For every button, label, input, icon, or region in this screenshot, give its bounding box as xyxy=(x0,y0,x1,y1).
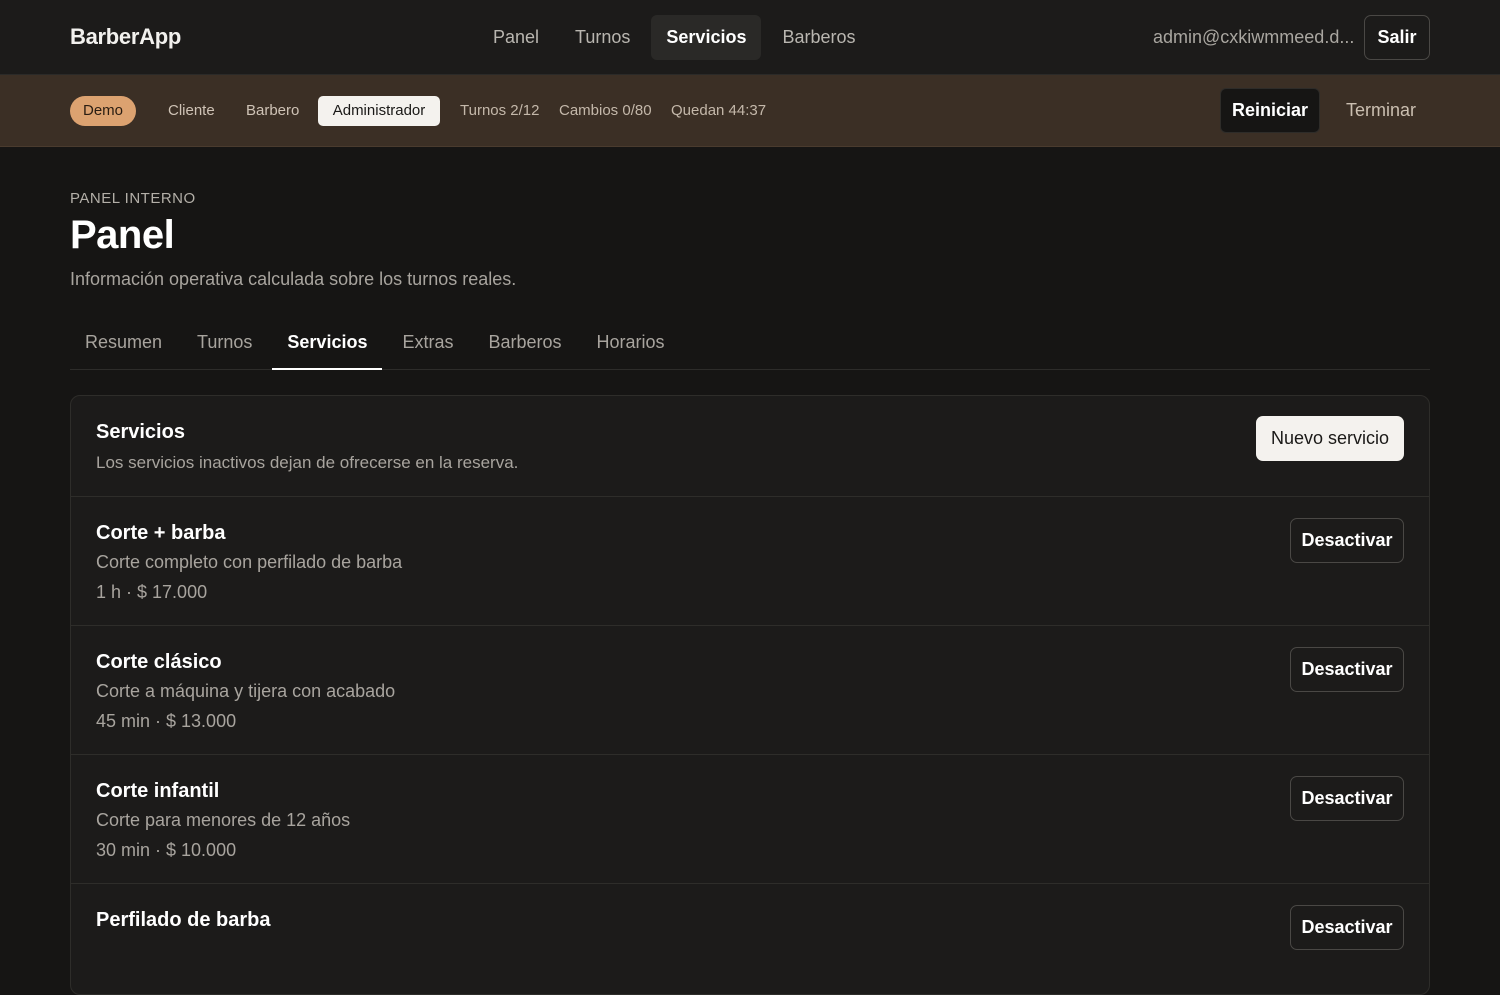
role-cliente[interactable]: Cliente xyxy=(168,96,215,126)
tab-turnos[interactable]: Turnos xyxy=(182,318,267,369)
services-card: Servicios Los servicios inactivos dejan … xyxy=(70,395,1430,995)
nav-link-panel[interactable]: Panel xyxy=(478,15,554,60)
service-name: Corte clásico xyxy=(96,651,222,673)
service-name: Corte + barba xyxy=(96,522,226,544)
main-nav: Panel Turnos Servicios Barberos xyxy=(478,15,871,60)
tab-extras[interactable]: Extras xyxy=(387,318,468,369)
service-duration-price: 45 min · $ 13.000 xyxy=(96,711,237,731)
demo-bar: Demo Cliente Barbero Administrador Turno… xyxy=(0,75,1500,147)
panel-tabs: Resumen Turnos Servicios Extras Barberos… xyxy=(70,318,1430,370)
logout-button[interactable]: Salir xyxy=(1364,15,1430,60)
service-row: Corte + barba Corte completo con perfila… xyxy=(71,497,1429,626)
services-card-header: Servicios Los servicios inactivos dejan … xyxy=(71,396,1429,497)
top-navbar: BarberApp Panel Turnos Servicios Barbero… xyxy=(0,0,1500,75)
services-card-description: Los servicios inactivos dejan de ofrecer… xyxy=(96,453,519,472)
service-description: Corte para menores de 12 años xyxy=(96,810,351,830)
deactivate-button[interactable]: Desactivar xyxy=(1290,518,1404,563)
service-name: Perfilado de barba xyxy=(96,909,271,931)
tab-barberos[interactable]: Barberos xyxy=(473,318,576,369)
service-duration-price: 1 h · $ 17.000 xyxy=(96,582,208,602)
service-duration-price: 30 min · $ 10.000 xyxy=(96,840,237,860)
service-description: Corte a máquina y tijera con acabado xyxy=(96,681,396,701)
service-row: Corte clásico Corte a máquina y tijera c… xyxy=(71,626,1429,755)
end-demo-button[interactable]: Terminar xyxy=(1336,88,1426,133)
demo-stat-cambios: Cambios 0/80 xyxy=(559,102,652,119)
service-row: Perfilado de barba Desactivar xyxy=(71,884,1429,994)
page-eyebrow: PANEL INTERNO xyxy=(70,190,196,207)
role-administrador[interactable]: Administrador xyxy=(318,96,440,126)
service-row: Corte infantil Corte para menores de 12 … xyxy=(71,755,1429,884)
new-service-button[interactable]: Nuevo servicio xyxy=(1256,416,1404,461)
demo-stat-turnos: Turnos 2/12 xyxy=(460,102,540,119)
service-name: Corte infantil xyxy=(96,780,220,802)
tab-servicios[interactable]: Servicios xyxy=(272,318,383,370)
user-email: admin@cxkiwmmeed.d... xyxy=(1153,27,1355,47)
nav-link-servicios[interactable]: Servicios xyxy=(651,15,762,60)
deactivate-button[interactable]: Desactivar xyxy=(1290,647,1404,692)
tab-horarios[interactable]: Horarios xyxy=(582,318,680,369)
role-barbero[interactable]: Barbero xyxy=(246,96,299,126)
deactivate-button[interactable]: Desactivar xyxy=(1290,776,1404,821)
services-card-title: Servicios xyxy=(96,421,185,443)
page-title: Panel xyxy=(70,213,175,257)
demo-badge: Demo xyxy=(70,96,136,126)
tab-resumen[interactable]: Resumen xyxy=(70,318,177,369)
deactivate-button[interactable]: Desactivar xyxy=(1290,905,1404,950)
page-subtitle: Información operativa calculada sobre lo… xyxy=(70,269,517,289)
nav-link-barberos[interactable]: Barberos xyxy=(767,15,870,60)
demo-stat-time-left: Quedan 44:37 xyxy=(671,102,767,119)
service-description: Corte completo con perfilado de barba xyxy=(96,552,403,572)
nav-link-turnos[interactable]: Turnos xyxy=(560,15,645,60)
reset-button[interactable]: Reiniciar xyxy=(1220,88,1320,133)
brand-logo[interactable]: BarberApp xyxy=(70,24,181,50)
